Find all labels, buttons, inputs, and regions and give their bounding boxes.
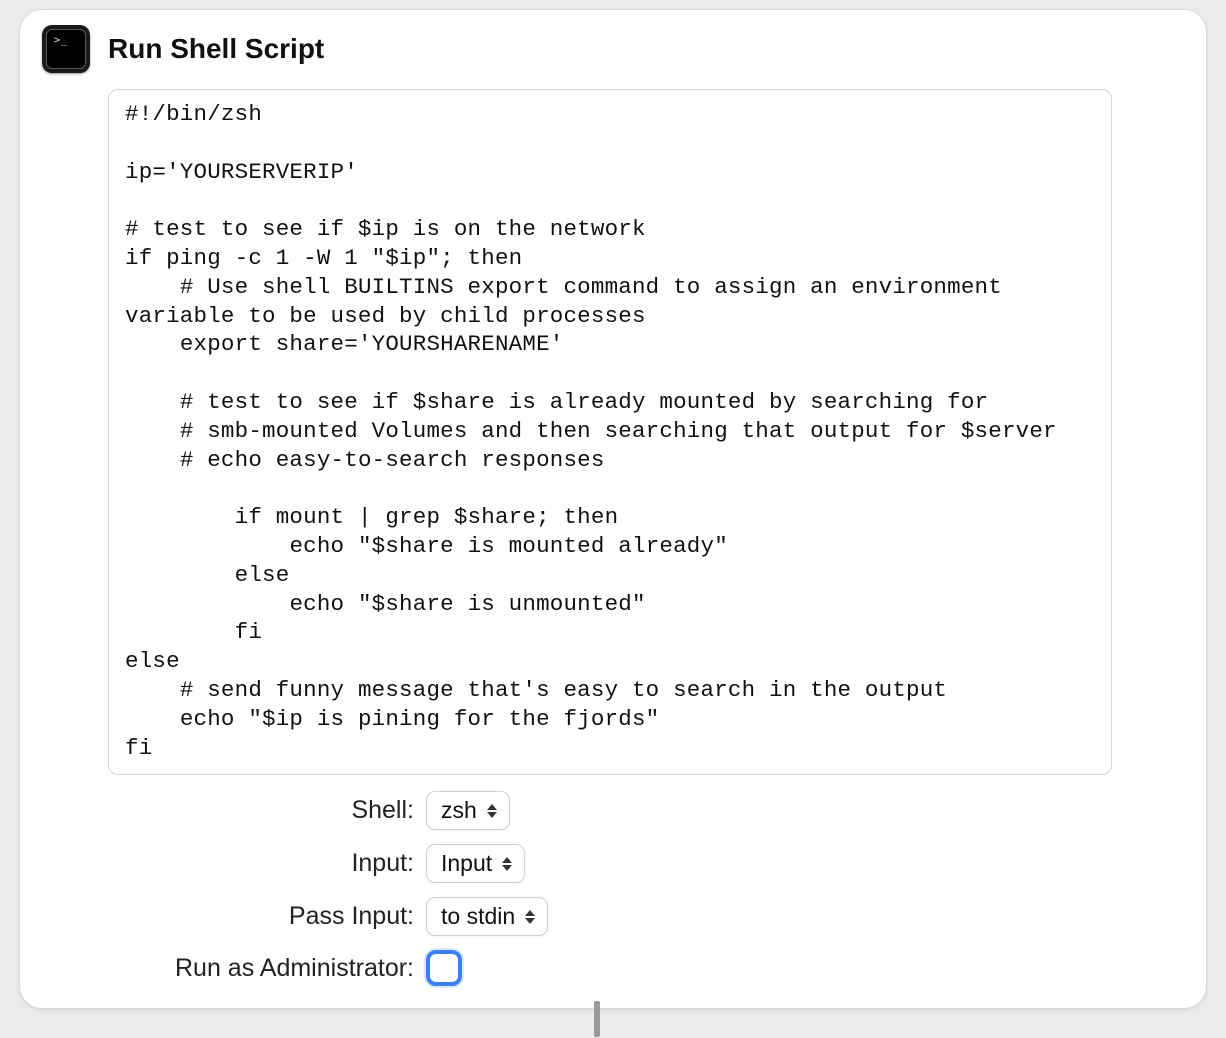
script-editor[interactable]: #!/bin/zsh ip='YOURSERVERIP' # test to s…	[108, 89, 1112, 775]
shell-label: Shell:	[108, 796, 426, 825]
shell-select-value: zsh	[441, 797, 477, 824]
card-title: Run Shell Script	[108, 33, 324, 65]
pass-input-select-value: to stdin	[441, 903, 515, 930]
chevron-updown-icon	[502, 857, 512, 871]
script-content[interactable]: #!/bin/zsh ip='YOURSERVERIP' # test to s…	[125, 100, 1095, 762]
terminal-prompt-glyph: >_	[54, 35, 68, 46]
input-select-value: Input	[441, 850, 492, 877]
option-row-pass-input: Pass Input: to stdin	[108, 897, 1112, 936]
terminal-icon: >_	[42, 25, 90, 73]
pass-input-label: Pass Input:	[108, 902, 426, 931]
action-card: >_ Run Shell Script #!/bin/zsh ip='YOURS…	[20, 10, 1206, 1008]
input-select[interactable]: Input	[426, 844, 525, 883]
shell-select[interactable]: zsh	[426, 791, 510, 830]
chevron-updown-icon	[487, 804, 497, 818]
workflow-connector	[594, 1001, 600, 1037]
input-label: Input:	[108, 849, 426, 878]
card-header: >_ Run Shell Script	[38, 24, 1188, 81]
options-panel: Shell: zsh Input: Input Pass Input: to s…	[108, 791, 1112, 986]
option-row-input: Input: Input	[108, 844, 1112, 883]
chevron-updown-icon	[525, 910, 535, 924]
pass-input-select[interactable]: to stdin	[426, 897, 548, 936]
option-row-admin: Run as Administrator:	[108, 950, 1112, 986]
option-row-shell: Shell: zsh	[108, 791, 1112, 830]
admin-label: Run as Administrator:	[108, 954, 426, 983]
admin-toggle[interactable]	[426, 950, 462, 986]
